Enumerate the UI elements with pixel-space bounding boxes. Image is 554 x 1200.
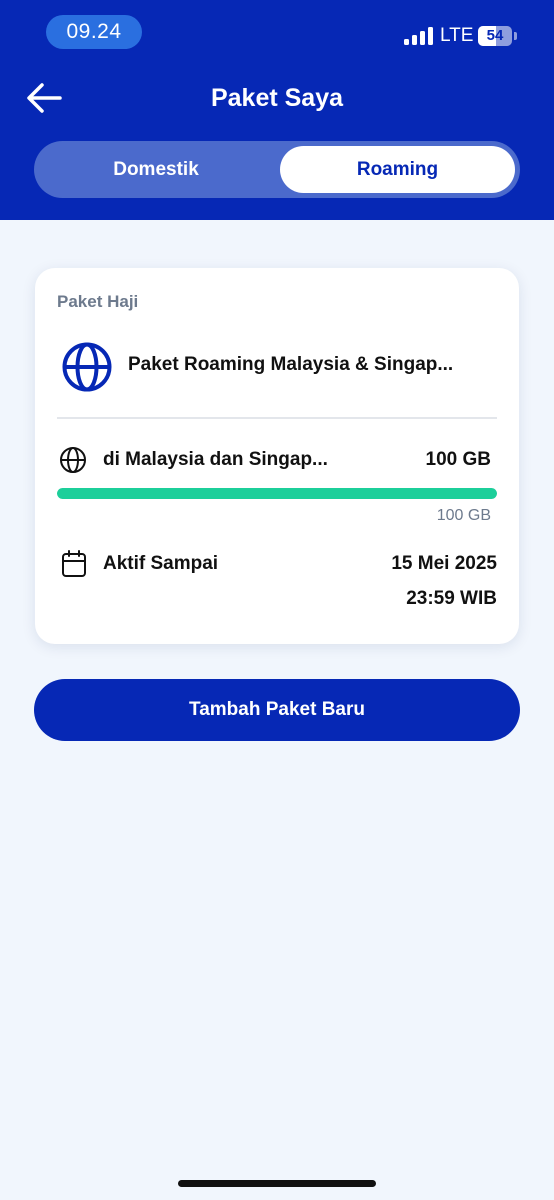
tab-roaming[interactable]: Roaming [280,146,515,193]
tab-switcher: Domestik Roaming [34,141,520,198]
quota-remaining: 100 GB [425,449,491,470]
signal-strength-icon [404,27,436,45]
app-root: 09.24 LTE 54 Paket Saya Domestik Roaming [0,0,554,1200]
status-bar: 09.24 LTE 54 [0,0,554,64]
battery-tip [514,32,517,40]
add-package-button[interactable]: Tambah Paket Baru [34,679,520,741]
package-name: Paket Roaming Malaysia & Singap... [128,354,454,375]
package-category: Paket Haji [57,292,139,311]
package-card[interactable]: Paket Haji Paket Roaming Malaysia & Sing… [35,268,519,644]
globe-outline-icon [60,447,86,473]
header: 09.24 LTE 54 Paket Saya Domestik Roaming [0,0,554,220]
quota-progress-bar [57,488,497,499]
tab-domestik[interactable]: Domestik [39,146,273,193]
status-time: 09.24 [46,15,142,49]
quota-progress-fill [57,488,497,499]
active-until-date: 15 Mei 2025 [391,553,497,574]
calendar-icon [62,550,86,577]
quota-total: 100 GB [436,507,491,524]
network-type: LTE [440,25,474,46]
battery-level: 54 [486,27,504,44]
quota-location: di Malaysia dan Singap... [103,449,328,470]
page-title: Paket Saya [210,84,344,112]
home-indicator[interactable] [178,1180,376,1187]
globe-icon [62,342,112,392]
active-until-time: 23:59 WIB [406,588,497,609]
battery-icon: 54 [478,26,512,46]
divider [57,417,497,419]
active-until-label: Aktif Sampai [103,553,219,574]
